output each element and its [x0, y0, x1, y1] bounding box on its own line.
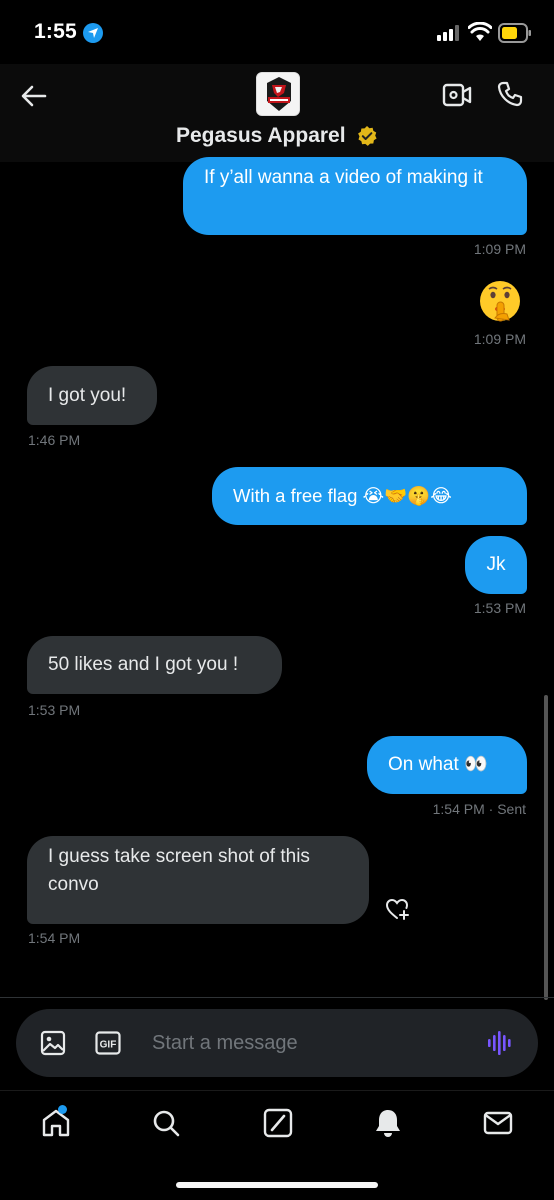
message-bubble[interactable]: If y’all wanna a video of making it	[183, 157, 527, 235]
wifi-icon	[468, 22, 492, 41]
message-time: 1:54 PM	[28, 930, 81, 946]
status-bar: 1:55	[0, 0, 554, 64]
message-text: Jk	[486, 554, 506, 575]
contact-name: Pegasus Apparel	[175, 124, 346, 147]
location-arrow-icon	[83, 23, 103, 43]
home-tab-icon[interactable]	[40, 1107, 72, 1139]
search-tab-icon[interactable]	[150, 1107, 182, 1139]
add-reaction-heart-icon[interactable]	[384, 896, 410, 922]
pegasus-logo-icon	[257, 73, 299, 115]
scrollbar[interactable]	[544, 695, 548, 1000]
message-text: With a free flag 😭🤝🤫😂	[233, 485, 452, 506]
gif-label: GIF	[100, 1040, 117, 1051]
message-bubble[interactable]: I guess take screen shot of this convo	[27, 836, 369, 924]
message-time: 1:09 PM	[473, 331, 526, 347]
phone-call-icon[interactable]	[496, 80, 524, 108]
video-call-icon[interactable]	[442, 82, 472, 108]
contact-name-row[interactable]: Pegasus Apparel	[0, 124, 554, 148]
sent-status: · Sent	[488, 801, 526, 817]
message-text: On what 👀	[388, 754, 488, 775]
status-time: 1:55	[34, 20, 77, 43]
composer-divider	[0, 997, 554, 998]
message-input[interactable]	[152, 1027, 452, 1059]
message-time: 1:54 PM	[432, 801, 485, 817]
message-text: I guess take screen shot of this convo	[48, 846, 310, 895]
image-attach-icon[interactable]	[40, 1030, 66, 1056]
contact-avatar[interactable]	[256, 72, 300, 116]
messages-tab-icon[interactable]	[482, 1107, 514, 1139]
message-time: 1:09 PM	[473, 241, 526, 257]
home-notification-dot	[58, 1105, 67, 1114]
signal-icon	[437, 25, 459, 41]
battery-icon	[498, 23, 531, 43]
message-bubble[interactable]: Jk	[465, 536, 527, 594]
voice-message-icon[interactable]	[486, 1030, 514, 1056]
message-bubble[interactable]: With a free flag 😭🤝🤫😂	[212, 467, 527, 525]
message-text: 50 likes and I got you !	[48, 654, 239, 675]
message-time: 1:53 PM	[28, 702, 81, 718]
message-text: If y’all wanna a video of making it	[204, 167, 483, 188]
grok-tab-icon[interactable]	[262, 1107, 294, 1139]
message-status-row: 1:54 PM · Sent	[433, 801, 526, 817]
notifications-bell-icon[interactable]	[372, 1107, 404, 1139]
conversation-header: Pegasus Apparel	[0, 64, 554, 162]
verified-badge-icon	[358, 126, 377, 146]
message-composer: GIF	[16, 1009, 538, 1077]
message-text: I got you!	[48, 384, 127, 406]
message-bubble[interactable]: 50 likes and I got you !	[27, 636, 282, 694]
message-time: 1:53 PM	[473, 600, 526, 616]
message-bubble[interactable]: On what 👀	[367, 736, 527, 794]
message-bubble[interactable]: I got you!	[27, 366, 157, 425]
shushing-face-emoji-icon[interactable]	[479, 280, 521, 322]
home-indicator	[176, 1182, 378, 1188]
back-arrow-icon[interactable]	[20, 82, 48, 110]
gif-icon[interactable]: GIF	[95, 1030, 121, 1056]
message-time: 1:46 PM	[28, 432, 81, 448]
